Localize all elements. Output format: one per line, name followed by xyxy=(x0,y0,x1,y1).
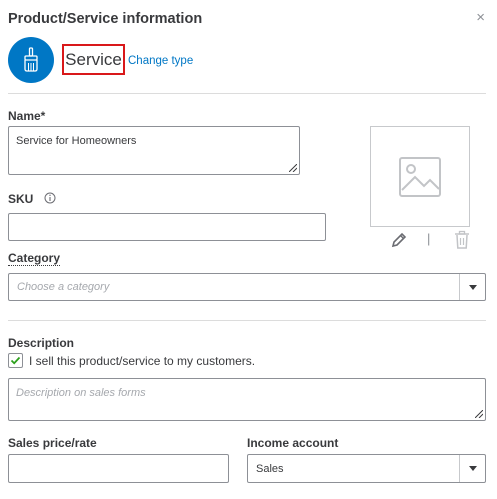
section-divider xyxy=(8,320,486,321)
sales-description-placeholder: Description on sales forms xyxy=(16,387,146,399)
sku-input[interactable] xyxy=(8,213,326,241)
image-action-separator: | xyxy=(427,231,431,246)
header-divider xyxy=(8,93,486,94)
close-icon[interactable]: × xyxy=(476,10,485,26)
name-field[interactable]: Service for Homeowners xyxy=(8,126,300,175)
service-type-icon xyxy=(8,37,54,83)
income-account-label: Income account xyxy=(247,436,339,450)
change-type-link[interactable]: Change type xyxy=(128,55,193,67)
panel-title: Product/Service information xyxy=(8,11,203,27)
paintbrush-icon xyxy=(24,47,38,72)
image-placeholder[interactable] xyxy=(370,126,470,227)
image-placeholder-icon xyxy=(399,156,441,197)
category-placeholder: Choose a category xyxy=(17,281,110,293)
sell-checkbox[interactable] xyxy=(8,353,23,368)
sku-label: SKU xyxy=(8,192,34,206)
trash-icon[interactable] xyxy=(453,230,471,250)
category-label: Category xyxy=(8,251,61,266)
category-select[interactable]: Choose a category xyxy=(8,273,486,301)
sales-description-field[interactable]: Description on sales forms xyxy=(8,378,486,421)
sell-checkbox-label: I sell this product/service to my custom… xyxy=(29,354,256,368)
name-label: Name* xyxy=(8,109,46,123)
sales-price-input[interactable] xyxy=(8,454,229,483)
name-value: Service for Homeowners xyxy=(16,135,137,147)
resize-handle-icon[interactable] xyxy=(475,410,483,418)
info-icon[interactable] xyxy=(44,192,56,204)
item-type-label: Service xyxy=(62,44,125,75)
income-account-dropdown-arrow[interactable] xyxy=(459,455,485,482)
category-dropdown-arrow[interactable] xyxy=(459,274,485,300)
income-account-select[interactable]: Sales xyxy=(247,454,486,483)
resize-handle-icon[interactable] xyxy=(289,164,297,172)
description-label: Description xyxy=(8,336,75,350)
income-account-value: Sales xyxy=(256,462,284,475)
chevron-down-icon xyxy=(468,284,477,290)
chevron-down-icon xyxy=(468,466,477,471)
pencil-icon[interactable] xyxy=(390,231,408,249)
checkmark-icon xyxy=(10,356,21,365)
sales-price-label: Sales price/rate xyxy=(8,436,97,450)
